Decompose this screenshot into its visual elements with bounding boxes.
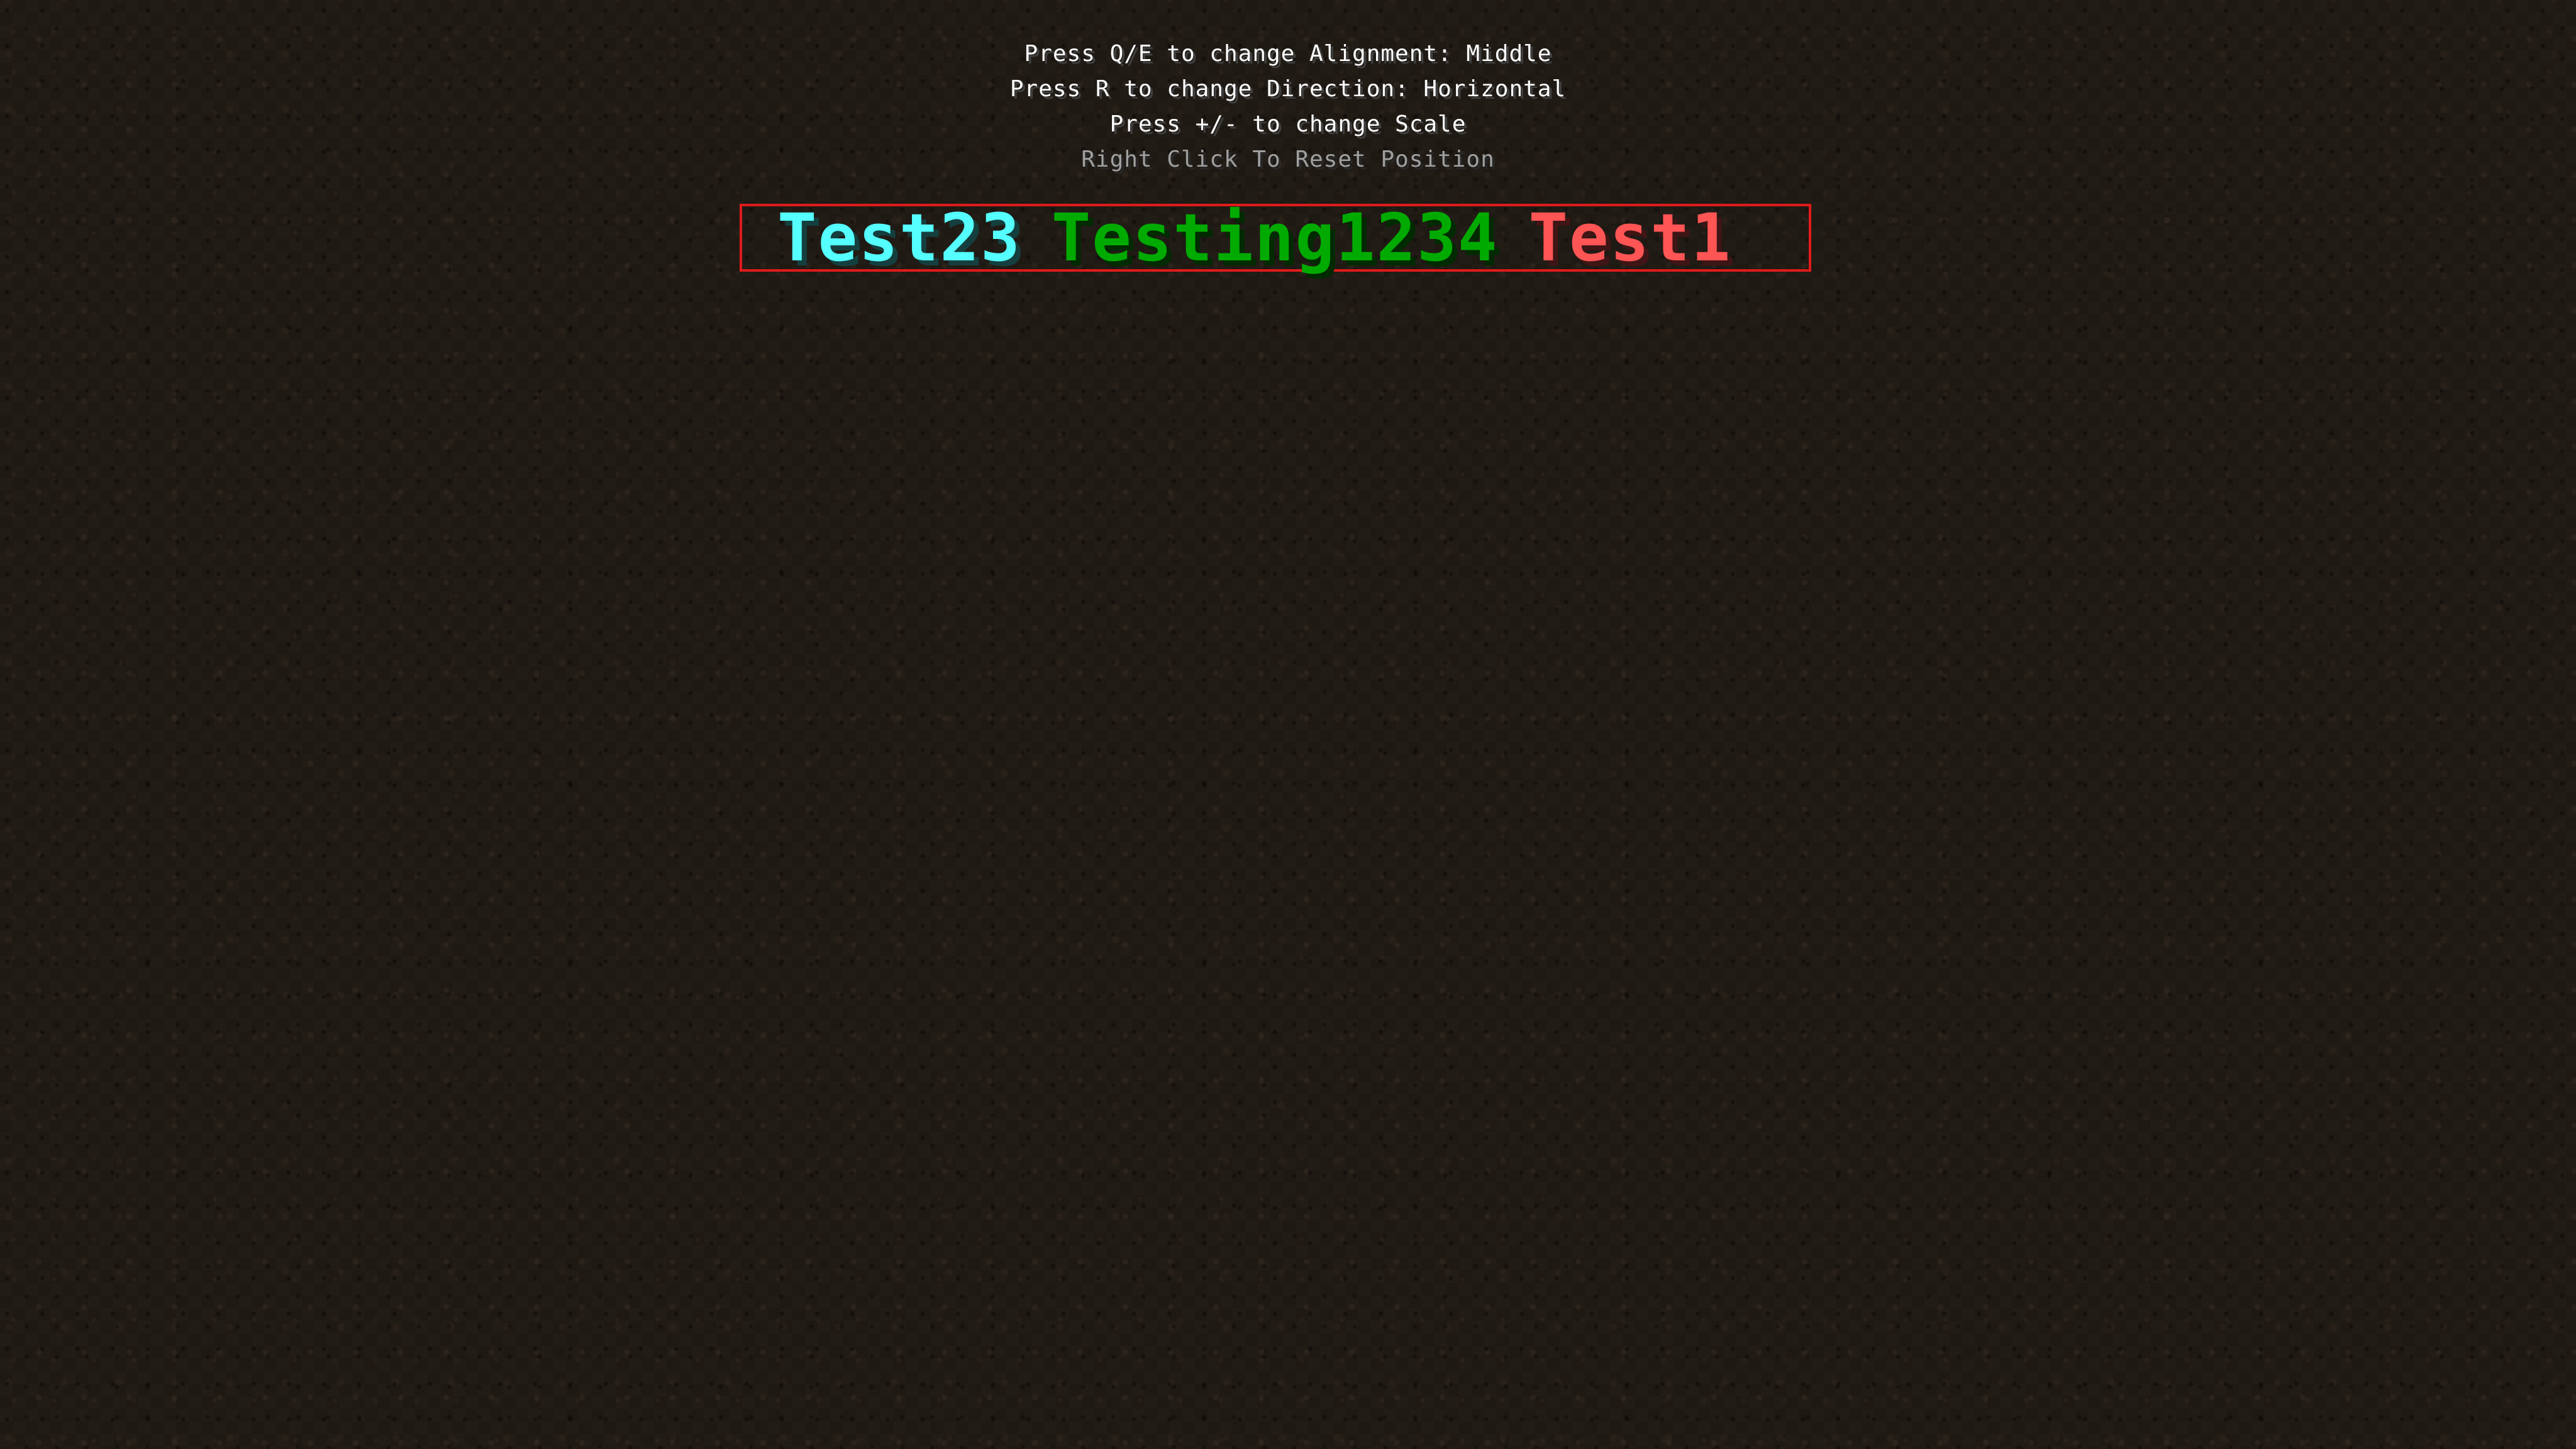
hud-entry-1: Test23 <box>777 199 1021 276</box>
hud-entry-2: Testing1234 <box>1051 199 1499 276</box>
reset-position-hint: Right Click To Reset Position <box>1081 147 1495 172</box>
hud-entry-3: Test1 <box>1528 199 1732 276</box>
alignment-instruction: Press Q/E to change Alignment: Middle <box>1024 41 1552 67</box>
scale-instruction: Press +/- to change Scale <box>1109 111 1467 137</box>
direction-instruction: Press R to change Direction: Horizontal <box>1009 76 1567 102</box>
hud-element-box[interactable]: Test23 Testing1234 Test1 <box>740 204 1811 272</box>
instructions-panel: Press Q/E to change Alignment: Middle Pr… <box>0 36 2576 177</box>
